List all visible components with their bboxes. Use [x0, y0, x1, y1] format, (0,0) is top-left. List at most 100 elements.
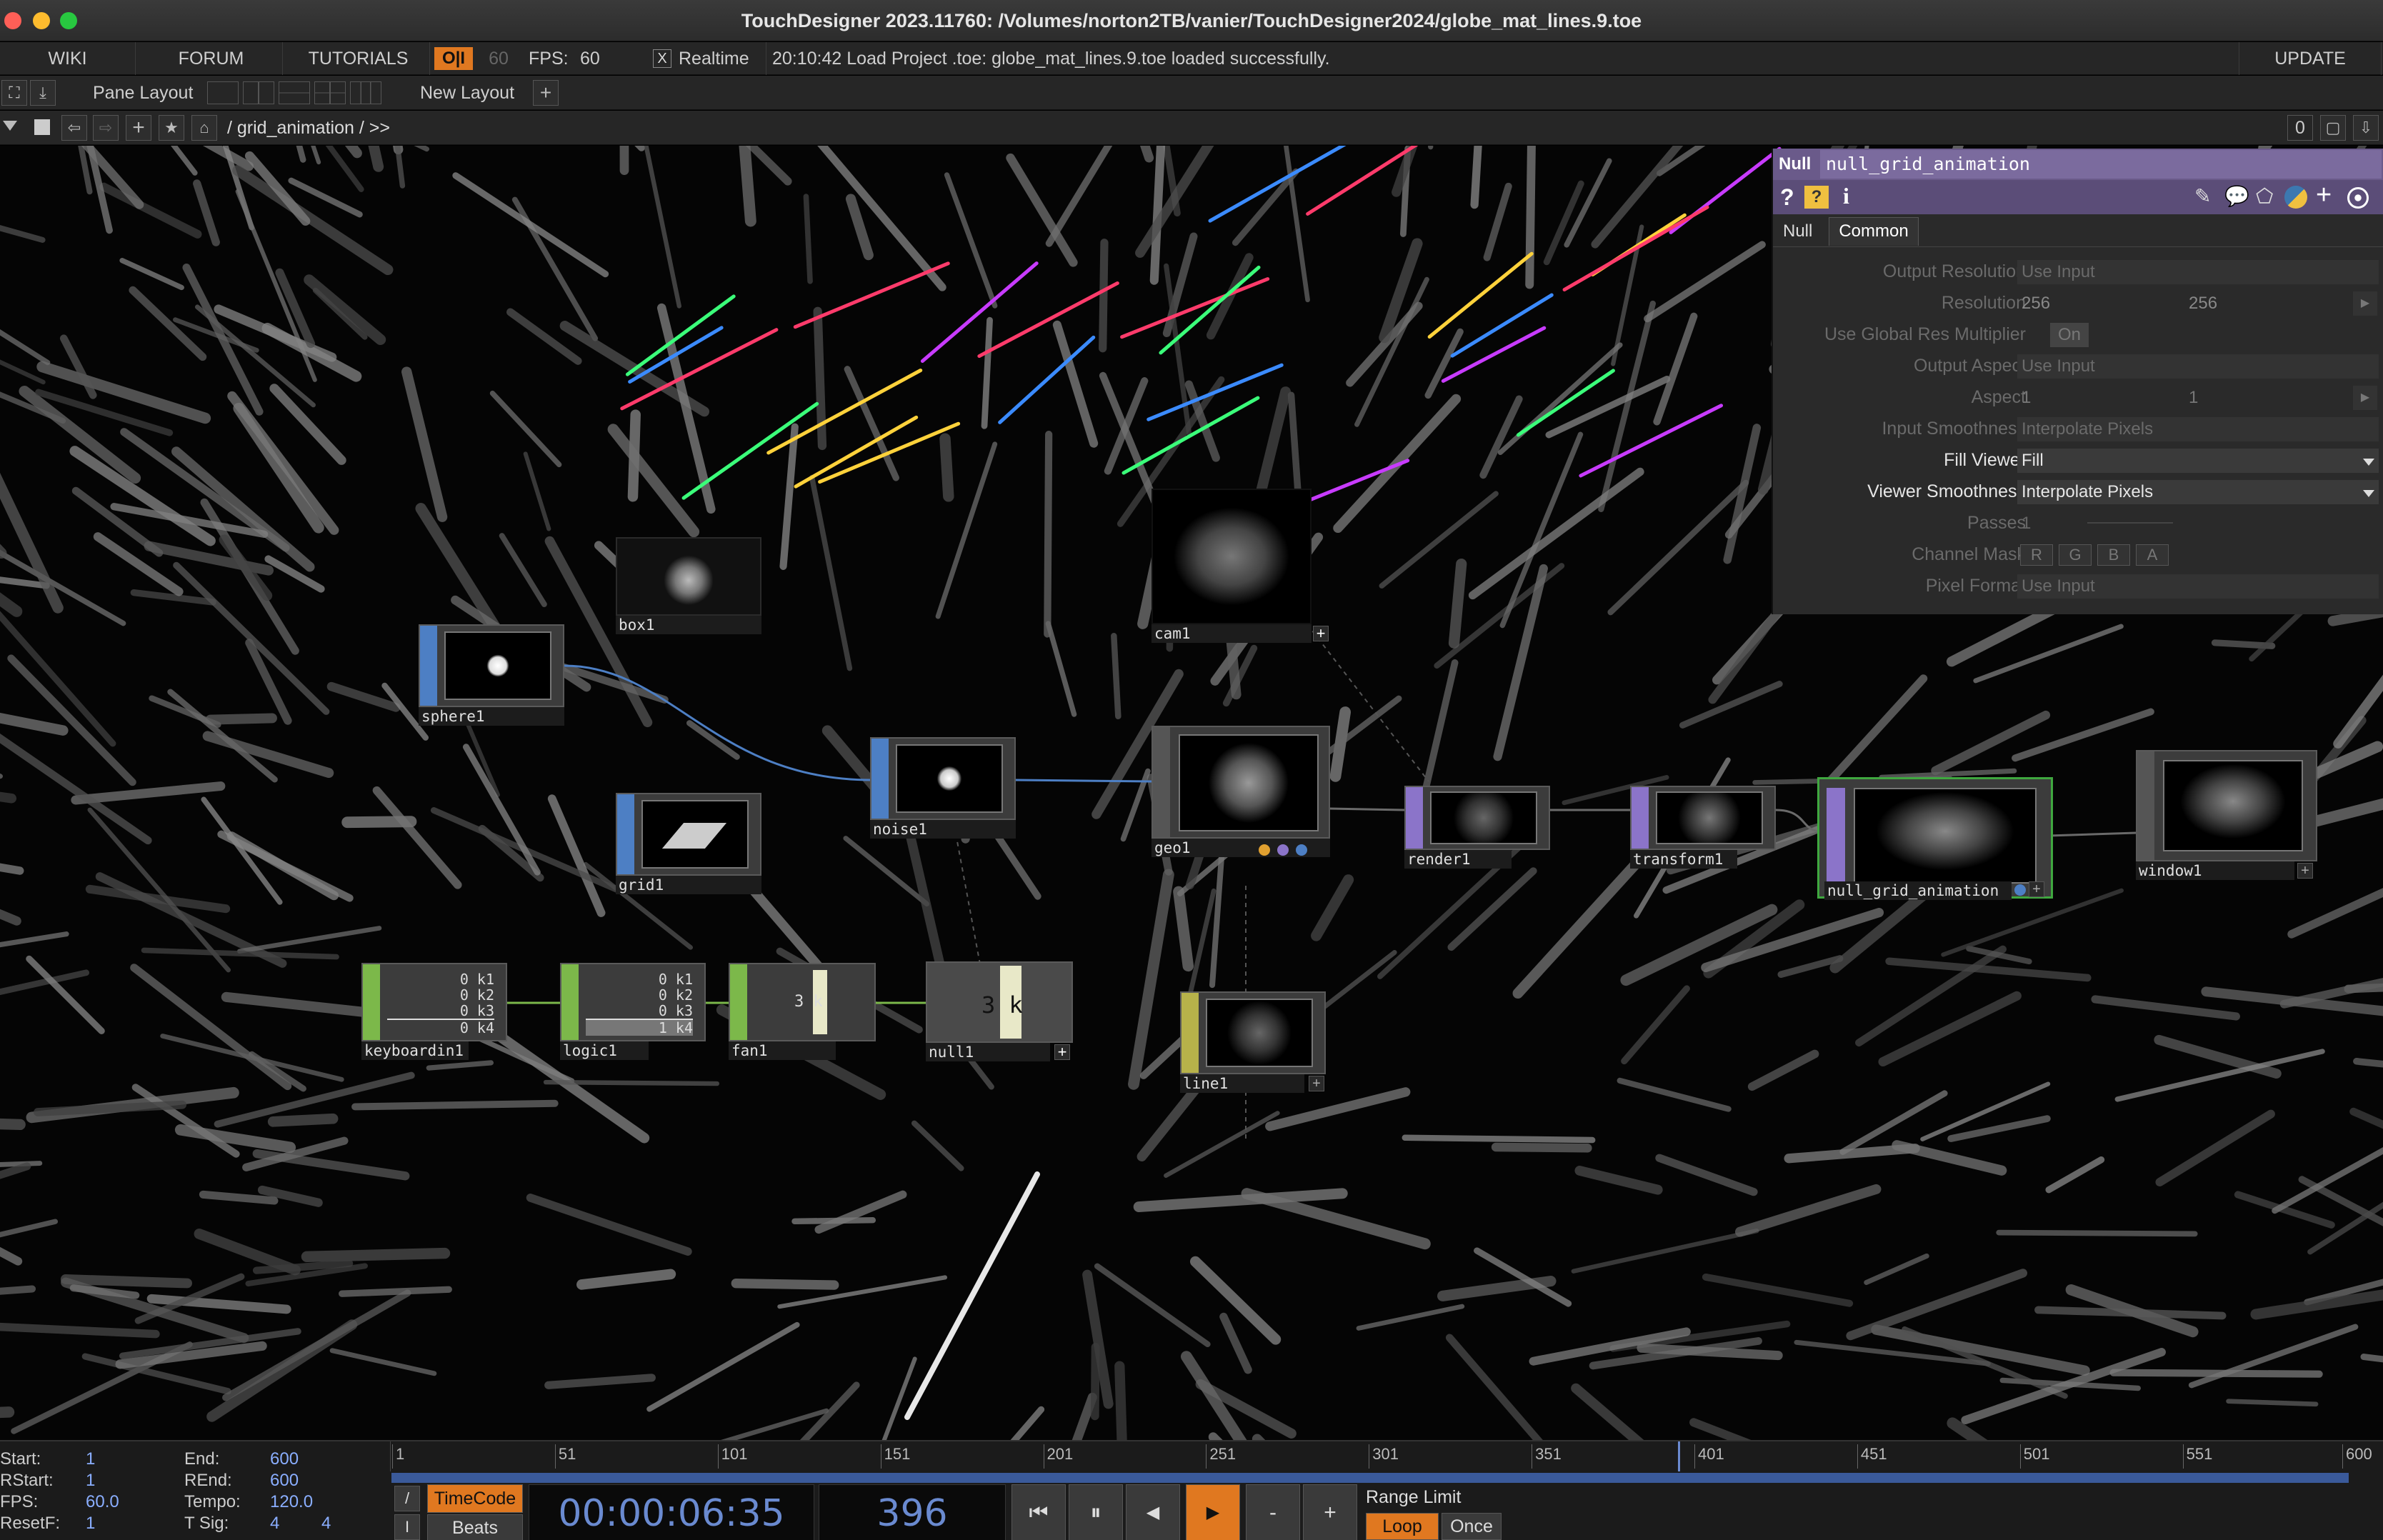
aspect-b-field[interactable]: 1	[2184, 386, 2349, 410]
cam1-add-icon[interactable]: +	[1313, 626, 1329, 641]
maximize-pane-icon[interactable]: ▢	[2320, 115, 2346, 141]
null-grid-animation-label[interactable]: null_grid_animation	[1824, 881, 2012, 900]
layout-split-v-icon[interactable]	[279, 81, 310, 104]
step-back-button[interactable]: ◀	[1126, 1484, 1180, 1540]
beats-toggle[interactable]: Beats	[427, 1514, 523, 1540]
resolution-expand-icon[interactable]: ▶	[2353, 291, 2377, 316]
perform-mode-toggle[interactable]: O|I	[434, 47, 473, 70]
line1-add-icon[interactable]: +	[1309, 1076, 1324, 1091]
export-icon[interactable]: ⤓	[30, 80, 56, 106]
play-button[interactable]: ▶	[1186, 1484, 1240, 1540]
aspect-expand-icon[interactable]: ▶	[2353, 386, 2377, 410]
back-arrow-icon[interactable]: ⇦	[61, 115, 87, 141]
once-toggle[interactable]: Once	[1442, 1513, 1502, 1540]
line1-flags[interactable]	[1181, 993, 1199, 1073]
logic1-flags[interactable]	[561, 964, 579, 1040]
playhead[interactable]	[1678, 1441, 1681, 1471]
geo1-display-flag[interactable]	[1296, 844, 1307, 856]
fan1-label[interactable]: fan1	[729, 1041, 836, 1060]
sphere1-flags[interactable]	[420, 626, 437, 706]
global-res-toggle[interactable]: On	[2050, 323, 2089, 347]
edit-icon[interactable]: ✎	[2194, 184, 2211, 208]
help-icon[interactable]: ?	[1780, 184, 1794, 211]
timecode-toggle[interactable]: TimeCode	[427, 1484, 523, 1513]
null-grid-animation-flags[interactable]	[1827, 788, 1845, 888]
viewer-smoothness-chevron-down-icon[interactable]	[2363, 490, 2374, 497]
pixel-format-menu[interactable]: Use Input	[2017, 574, 2379, 599]
transform1-label[interactable]: transform1	[1630, 850, 1737, 869]
output-aspect-menu[interactable]: Use Input	[2017, 354, 2379, 379]
rewind-button[interactable]: ⏮	[1011, 1484, 1066, 1540]
geo1-material-flag[interactable]	[1277, 844, 1289, 856]
tutorials-button[interactable]: TUTORIALS	[287, 42, 430, 75]
add-bookmark-icon[interactable]: +	[126, 115, 151, 141]
grid1-label[interactable]: grid1	[616, 876, 761, 894]
input-smoothness-menu[interactable]: Interpolate Pixels	[2017, 417, 2379, 441]
download-icon[interactable]: ⇩	[2353, 115, 2379, 141]
stop-icon[interactable]	[34, 119, 50, 135]
geo1-flags[interactable]	[1153, 727, 1170, 837]
forward-arrow-icon[interactable]: ⇨	[93, 115, 119, 141]
wiki-button[interactable]: WIKI	[0, 42, 136, 75]
grid1-flags[interactable]	[617, 794, 634, 874]
keyboardin1-label[interactable]: keyboardin1	[361, 1041, 469, 1060]
layout-quad-icon[interactable]	[314, 81, 346, 104]
target-icon[interactable]	[2347, 187, 2369, 209]
layout-triple-icon[interactable]	[350, 81, 381, 104]
fill-viewer-chevron-down-icon[interactable]	[2363, 459, 2374, 466]
close-window-button[interactable]	[4, 12, 21, 29]
sphere1-label[interactable]: sphere1	[419, 707, 564, 726]
null1-label[interactable]: null1	[926, 1043, 1050, 1061]
tag-icon[interactable]: ⬠	[2256, 184, 2273, 208]
start-value[interactable]: 1	[86, 1449, 95, 1470]
aspect-a-field[interactable]: 1	[2017, 386, 2182, 410]
timecode-display[interactable]: 00:00:06:35	[529, 1484, 814, 1540]
new-layout-label[interactable]: New Layout	[420, 76, 514, 110]
update-button[interactable]: UPDATE	[2239, 42, 2382, 75]
window1-label[interactable]: window1	[2136, 861, 2294, 880]
fan1-flags[interactable]	[730, 964, 747, 1040]
passes-slider[interactable]	[2087, 522, 2173, 524]
null1-add-icon[interactable]: +	[1054, 1044, 1070, 1060]
fill-viewer-menu[interactable]: Fill	[2017, 449, 2379, 473]
fps-cap[interactable]: 60	[477, 42, 520, 75]
noise1-flags[interactable]	[871, 739, 889, 819]
forum-button[interactable]: FORUM	[140, 42, 283, 75]
star-icon[interactable]: ★	[159, 115, 184, 141]
python-help-icon[interactable]: ?	[1804, 186, 1829, 209]
pane-menu-icon[interactable]	[3, 121, 17, 131]
tsig-a-value[interactable]: 4	[270, 1513, 279, 1534]
geo1-render-flag[interactable]	[1259, 844, 1270, 856]
channel-r-toggle[interactable]: R	[2020, 544, 2053, 566]
channel-g-toggle[interactable]: G	[2059, 544, 2092, 566]
keyboardin1-flags[interactable]	[363, 964, 380, 1040]
realtime-checkbox[interactable]: X	[653, 49, 671, 68]
layout-split-h-icon[interactable]	[243, 81, 274, 104]
timeline-ruler[interactable]: 1 51 101 151 201 251 301 351 401 451 501 551 600	[390, 1441, 2383, 1471]
home-icon[interactable]: ⌂	[191, 115, 217, 141]
render1-label[interactable]: render1	[1404, 850, 1512, 869]
frame-display[interactable]: 396	[819, 1484, 1006, 1540]
cam1-label[interactable]: cam1	[1151, 624, 1312, 643]
tempo-value[interactable]: 120.0	[270, 1491, 313, 1513]
minimize-window-button[interactable]	[33, 12, 50, 29]
speed-down-button[interactable]: -	[1246, 1484, 1300, 1540]
window1-add-icon[interactable]: +	[2297, 863, 2313, 879]
operator-name-field[interactable]: null_grid_animation	[1820, 150, 2382, 179]
tsig-b-value[interactable]: 4	[321, 1513, 331, 1534]
timeline-range-bar[interactable]	[391, 1473, 2349, 1483]
resetf-value[interactable]: 1	[86, 1513, 95, 1534]
null-grid-animation-add-icon[interactable]: +	[2029, 881, 2044, 897]
rend-value[interactable]: 600	[270, 1470, 299, 1491]
loop-toggle[interactable]: Loop	[1366, 1513, 1439, 1540]
noise1-label[interactable]: noise1	[870, 820, 1016, 839]
rstart-value[interactable]: 1	[86, 1470, 95, 1491]
end-value[interactable]: 600	[270, 1449, 299, 1470]
box1-label[interactable]: box1	[616, 616, 761, 634]
output-resolution-menu[interactable]: Use Input	[2017, 260, 2379, 284]
channel-a-toggle[interactable]: A	[2136, 544, 2169, 566]
logic1-label[interactable]: logic1	[560, 1041, 649, 1060]
viewer-smoothness-menu[interactable]: Interpolate Pixels	[2017, 480, 2379, 504]
pause-button[interactable]: ⏸	[1069, 1484, 1123, 1540]
network-path[interactable]: / grid_animation / >>	[227, 111, 390, 145]
